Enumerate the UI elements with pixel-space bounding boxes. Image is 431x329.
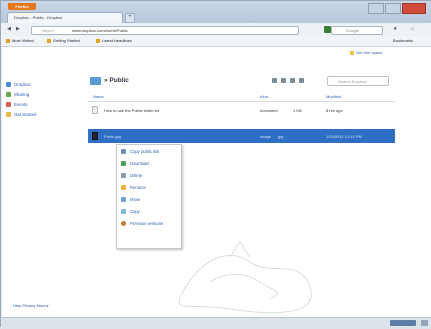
back-icon[interactable]: ◀ (7, 26, 13, 32)
maximize-button[interactable] (385, 3, 401, 14)
file-name: How to use the Public folder.txt (104, 108, 159, 113)
new-tab-button[interactable]: + (125, 13, 135, 23)
star-icon (6, 112, 11, 117)
url-domain: www.dropbox.com/home/Public (72, 28, 128, 33)
gift-icon (350, 51, 354, 55)
google-search-icon[interactable] (324, 26, 331, 33)
search-placeholder: Search Dropbox (338, 78, 367, 84)
file-size: jpg (278, 134, 284, 139)
navigation-bar: ◀ ▶ https:// www.dropbox.com/home/Public… (1, 23, 431, 37)
history-icon (121, 221, 126, 226)
copy-icon (121, 209, 126, 214)
column-modified[interactable]: Modified (326, 94, 341, 99)
dropbox-watermark-illustration (178, 241, 312, 314)
link-icon (121, 149, 126, 154)
minimize-button[interactable] (368, 3, 384, 14)
file-kind: document (260, 108, 278, 113)
sidebar-item-sharing[interactable]: Sharing (6, 92, 76, 102)
file-kind: image (260, 134, 271, 139)
menu-previous-versions[interactable]: Previous versions (117, 218, 181, 229)
bookmark-star-icon[interactable]: ★ (393, 26, 399, 32)
sharing-icon (6, 92, 11, 97)
bookmarks-menu[interactable]: Bookmarks (393, 38, 413, 43)
text-file-icon (92, 106, 98, 114)
folder-icon (90, 77, 101, 85)
browser-window: Firefox Dropbox - Public - Dropbox + ◀ ▶… (0, 0, 431, 329)
dropbox-page: Get free space Dropbox Sharing Events Ge… (2, 47, 431, 317)
bookmark-getting-started[interactable]: Getting Started (47, 38, 80, 43)
sidebar-item-dropbox[interactable]: Dropbox (6, 82, 76, 92)
tab-label: Dropbox - Public - Dropbox (14, 15, 63, 20)
address-bar[interactable]: https:// www.dropbox.com/home/Public (31, 26, 299, 35)
rename-icon (121, 185, 126, 190)
get-free-space-link[interactable]: Get free space (350, 50, 382, 55)
close-button[interactable] (402, 3, 426, 14)
move-icon (121, 197, 126, 202)
file-list-header: Name Kind Modified (88, 92, 395, 102)
events-icon (6, 102, 11, 107)
menu-rename[interactable]: Rename (117, 182, 181, 193)
bookmark-icon (47, 39, 51, 43)
bookmarks-toolbar: Most Visited Getting Started Latest Head… (1, 36, 431, 47)
file-row-selected[interactable]: Photo.jpg image jpg 1/24/2011 12:14 PM (88, 129, 395, 143)
window-controls (367, 3, 426, 14)
browser-search-input[interactable]: Google (331, 26, 383, 35)
menu-delete[interactable]: Delete (117, 170, 181, 181)
title-bar: Firefox Dropbox - Public - Dropbox + (1, 1, 431, 23)
footer-links[interactable]: Help Privacy More ▸ (13, 303, 49, 308)
firefox-menu-button[interactable]: Firefox (8, 3, 36, 10)
menu-move[interactable]: Move (117, 194, 181, 205)
download-icon (121, 161, 126, 166)
breadcrumb: » Public (104, 77, 129, 84)
rss-icon (96, 39, 100, 43)
share-folder-icon[interactable] (290, 78, 295, 83)
column-kind[interactable]: Kind (260, 94, 268, 99)
addon-indicator[interactable] (390, 320, 416, 326)
bookmark-most-visited[interactable]: Most Visited (6, 38, 34, 43)
file-size: 1 KB (293, 108, 302, 113)
sidebar-item-events[interactable]: Events (6, 102, 76, 112)
menu-download[interactable]: Download (117, 158, 181, 169)
home-icon[interactable]: ⌂ (411, 26, 417, 32)
sidebar-item-get-started[interactable]: Get Started (6, 112, 76, 122)
column-name[interactable]: Name (93, 94, 104, 99)
url-scheme: https:// (42, 28, 55, 33)
forward-icon[interactable]: ▶ (16, 26, 22, 32)
upload-icon[interactable] (272, 78, 277, 83)
search-placeholder: Google (346, 28, 359, 33)
tab-dropbox[interactable]: Dropbox - Public - Dropbox (7, 12, 123, 23)
menu-copy[interactable]: Copy (117, 206, 181, 217)
menu-copy-public-link[interactable]: Copy public link (117, 146, 181, 157)
bookmark-latest-headlines[interactable]: Latest Headlines (96, 38, 132, 43)
dropbox-search-input[interactable]: Search Dropbox (327, 76, 389, 86)
status-bar (1, 317, 431, 329)
file-row[interactable]: How to use the Public folder.txt documen… (88, 103, 395, 117)
file-name: Photo.jpg (104, 134, 121, 139)
resize-grip[interactable] (421, 320, 428, 326)
delete-icon (121, 173, 126, 178)
toolbar (272, 78, 308, 83)
new-folder-icon[interactable] (281, 78, 286, 83)
file-modified: 1/24/2011 12:14 PM (326, 134, 362, 139)
bookmark-icon (6, 39, 10, 43)
trash-icon[interactable] (299, 78, 304, 83)
file-modified: 8 hrs ago (326, 108, 343, 113)
dropbox-icon (6, 82, 11, 87)
sidebar: Dropbox Sharing Events Get Started (6, 82, 76, 122)
context-menu: Copy public link Download Delete Rename … (116, 144, 182, 249)
image-file-icon (92, 132, 98, 140)
